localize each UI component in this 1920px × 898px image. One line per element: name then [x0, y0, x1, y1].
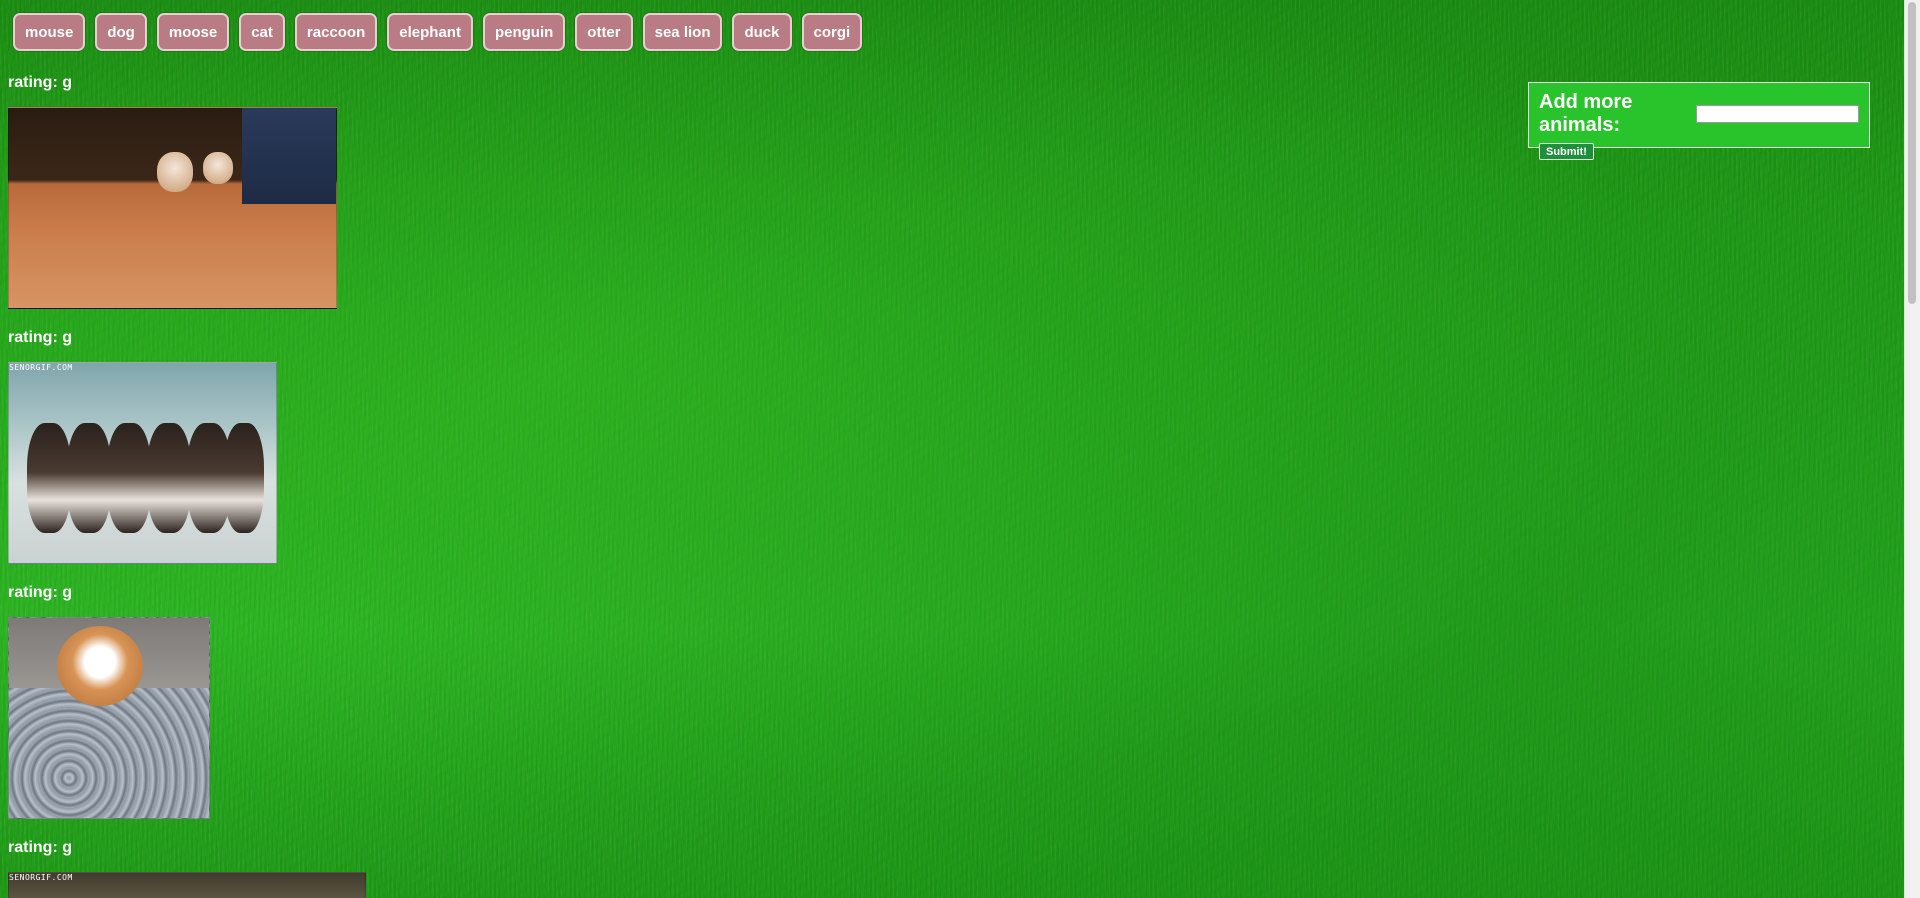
- gif-watermark: SENORGIF.COM: [9, 363, 73, 372]
- animal-button-raccoon[interactable]: raccoon: [294, 13, 378, 51]
- gif-rating: rating: g: [8, 329, 72, 346]
- add-animal-form: Add more animals: Submit!: [1528, 82, 1870, 160]
- gif-corgi-shape: [57, 626, 143, 706]
- gif-image-corgis-running[interactable]: [8, 107, 337, 309]
- gif-rating: rating: g: [8, 584, 72, 601]
- animal-button-duck[interactable]: duck: [732, 13, 792, 51]
- animal-button-penguin[interactable]: penguin: [482, 13, 566, 51]
- submit-button[interactable]: Submit!: [1539, 143, 1594, 160]
- page-scrollbar[interactable]: [1904, 0, 1920, 898]
- animal-button-corgi[interactable]: corgi: [801, 13, 863, 51]
- gif-item: rating: g SENORGIF.COM: [8, 328, 366, 564]
- animal-input[interactable]: [1696, 105, 1859, 123]
- gif-image-corgi-on-gravel[interactable]: [8, 617, 210, 819]
- gif-puppy-shape: [67, 423, 111, 533]
- scrollbar-thumb[interactable]: [1908, 2, 1916, 304]
- animal-button-mouse[interactable]: mouse: [13, 13, 86, 51]
- form-title: Add more animals:: [1539, 91, 1633, 136]
- animal-buttons: mouse dog moose cat raccoon elephant pen…: [13, 13, 863, 51]
- animal-button-elephant[interactable]: elephant: [387, 13, 473, 51]
- gif-item: rating: g: [8, 583, 366, 819]
- gif-image-partial[interactable]: SENORGIF.COM: [8, 872, 366, 898]
- animal-button-otter[interactable]: otter: [575, 13, 633, 51]
- gif-list: rating: g rating: g SENORGIF.COM rating:…: [8, 73, 366, 898]
- animal-button-moose[interactable]: moose: [156, 13, 230, 51]
- gif-item: rating: g: [8, 73, 366, 309]
- animal-button-sea-lion[interactable]: sea lion: [642, 13, 723, 51]
- gif-watermark: SENORGIF.COM: [9, 873, 73, 882]
- gif-rating: rating: g: [8, 74, 72, 91]
- gif-puppy-shape: [27, 423, 71, 533]
- gif-puppy-shape: [224, 423, 264, 533]
- gif-image-sleeping-puppies[interactable]: SENORGIF.COM: [8, 362, 277, 564]
- animal-button-dog[interactable]: dog: [95, 13, 147, 51]
- gif-rating: rating: g: [8, 839, 72, 856]
- animal-button-cat[interactable]: cat: [239, 13, 285, 51]
- gif-item: rating: g SENORGIF.COM: [8, 838, 366, 898]
- form-row: Add more animals:: [1539, 91, 1859, 137]
- gif-puppy-shape: [157, 152, 193, 192]
- gif-puppy-shape: [203, 152, 233, 184]
- gif-door-shape: [242, 108, 336, 204]
- gif-puppy-shape: [147, 423, 191, 533]
- gif-puppy-shape: [107, 423, 151, 533]
